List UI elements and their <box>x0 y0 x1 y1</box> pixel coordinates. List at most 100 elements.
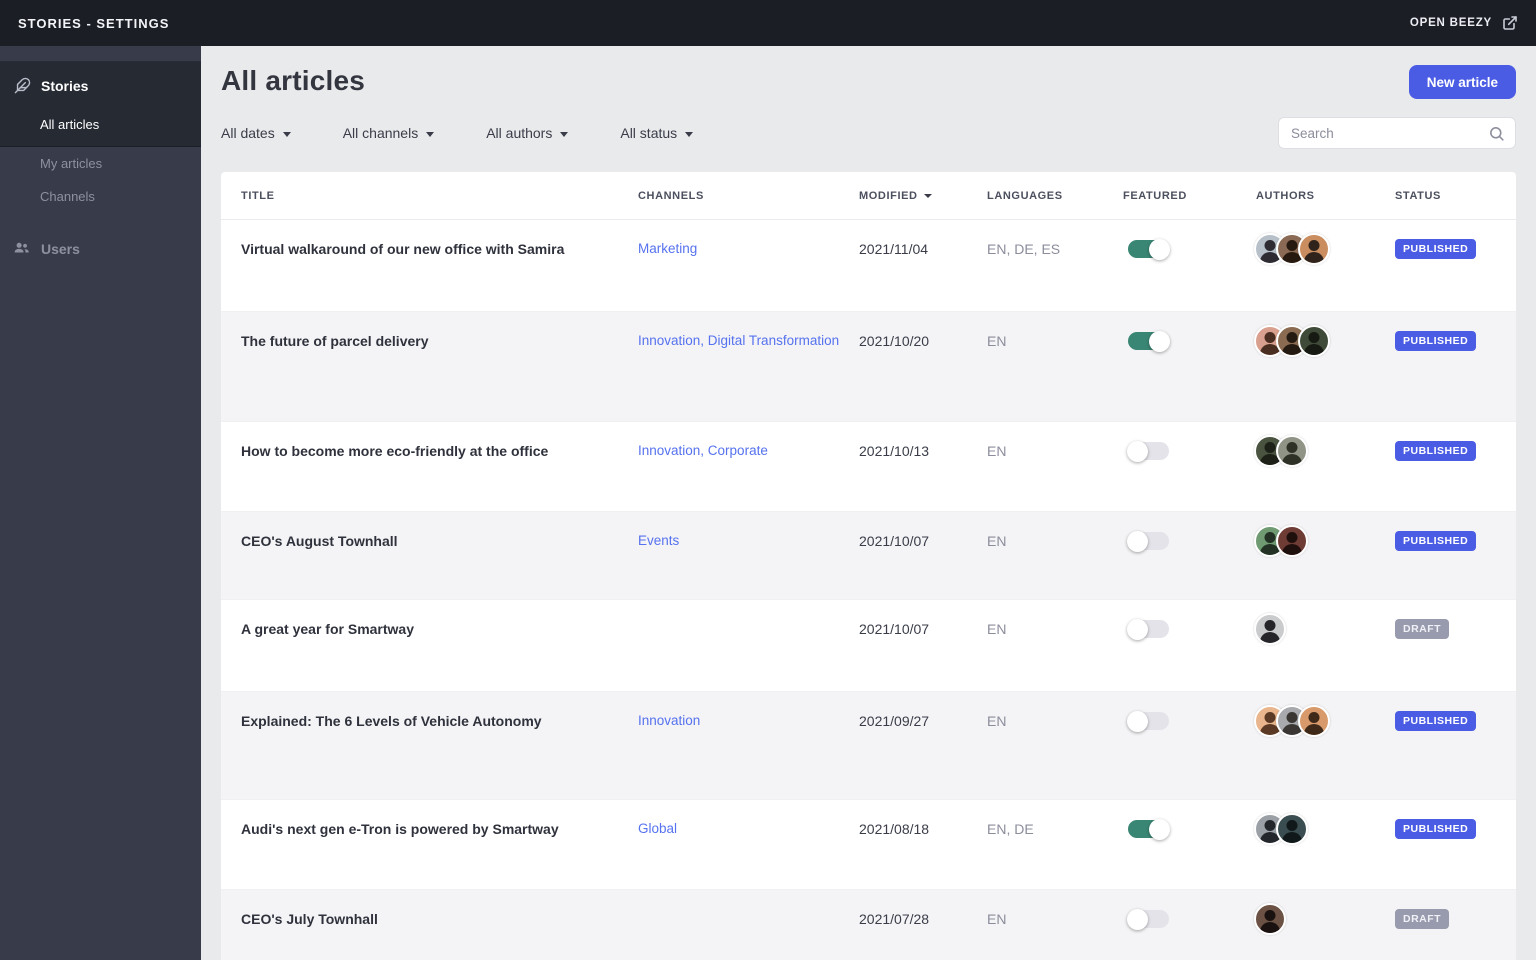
status-cell: PUBLISHED <box>1395 705 1517 737</box>
column-header-modified[interactable]: MODIFIED <box>859 190 987 202</box>
modified-date: 2021/10/07 <box>859 621 930 637</box>
modified-date: 2021/08/18 <box>859 821 930 837</box>
status-badge: PUBLISHED <box>1395 239 1477 259</box>
table-row[interactable]: CEO's August Townhall Events 2021/10/07 EN P… <box>221 512 1516 600</box>
languages-value: EN <box>987 333 1007 349</box>
filter-all-authors[interactable]: All authors <box>486 125 569 141</box>
status-cell: PUBLISHED <box>1395 525 1517 557</box>
modified-cell: 2021/11/04 <box>859 233 987 265</box>
sidebar-item-channels[interactable]: Channels <box>0 180 201 213</box>
featured-toggle[interactable] <box>1127 618 1169 640</box>
toggle-knob <box>1127 618 1148 640</box>
languages-cell: EN <box>987 705 1123 737</box>
status-badge: PUBLISHED <box>1395 711 1477 731</box>
filter-all-status[interactable]: All status <box>620 125 694 141</box>
open-beezy-link[interactable]: OPEN BEEZY <box>1410 15 1518 31</box>
featured-cell <box>1123 525 1256 557</box>
toggle-knob <box>1149 238 1170 260</box>
channel-link[interactable]: Marketing <box>638 240 713 258</box>
status-badge: DRAFT <box>1395 619 1450 639</box>
sidebar-item-all-articles[interactable]: All articles <box>0 108 201 132</box>
title-cell: The future of parcel delivery <box>241 325 638 357</box>
authors-cell <box>1254 813 1395 845</box>
featured-toggle[interactable] <box>1128 818 1170 840</box>
status-cell: PUBLISHED <box>1395 435 1517 467</box>
filter-all-channels[interactable]: All channels <box>343 125 435 141</box>
featured-toggle[interactable] <box>1128 238 1170 260</box>
sidebar-item-my-articles[interactable]: My articles <box>0 147 201 180</box>
table-header: TITLE CHANNELS MODIFIED LANGUAGES FEATUR… <box>221 172 1516 220</box>
table-row[interactable]: Audi's next gen e-Tron is powered by Sma… <box>221 800 1516 890</box>
sidebar-item-users[interactable]: Users <box>0 239 201 258</box>
channels-cell: Innovation, Corporate <box>638 435 859 467</box>
languages-value: EN, DE, ES <box>987 241 1061 257</box>
channel-link[interactable]: Innovation <box>638 712 716 730</box>
table-row[interactable]: Virtual walkaround of our new office wit… <box>221 220 1516 312</box>
article-title[interactable]: The future of parcel delivery <box>241 332 453 350</box>
article-title[interactable]: Virtual walkaround of our new office wit… <box>241 240 588 258</box>
author-avatars <box>1254 813 1308 845</box>
toggle-knob <box>1127 530 1148 552</box>
featured-toggle[interactable] <box>1127 440 1169 462</box>
search-icon[interactable] <box>1488 125 1505 142</box>
filter-label: All status <box>620 125 678 141</box>
featured-cell <box>1123 325 1256 357</box>
channel-link[interactable]: Innovation, Digital Transformation <box>638 332 855 350</box>
languages-value: EN <box>987 713 1007 729</box>
channel-link[interactable]: Global <box>638 820 693 838</box>
channel-link[interactable]: Innovation, Corporate <box>638 442 784 460</box>
new-article-button[interactable]: New article <box>1408 65 1516 99</box>
chevron-down-icon <box>426 131 435 137</box>
sort-desc-icon[interactable] <box>923 193 932 198</box>
featured-toggle[interactable] <box>1128 330 1170 352</box>
table-row[interactable]: The future of parcel delivery Innovation,… <box>221 312 1516 422</box>
author-avatars <box>1254 325 1330 357</box>
status-cell: DRAFT <box>1395 613 1517 645</box>
featured-toggle[interactable] <box>1127 710 1169 732</box>
channel-link[interactable]: Events <box>638 532 695 550</box>
author-avatars <box>1254 903 1286 935</box>
table-row[interactable]: Explained: The 6 Levels of Vehicle Auton… <box>221 692 1516 800</box>
table-row[interactable]: A great year for Smartway 2021/10/07 EN DRA… <box>221 600 1516 692</box>
featured-toggle[interactable] <box>1127 908 1169 930</box>
search-input[interactable] <box>1279 118 1515 148</box>
open-beezy-label: OPEN BEEZY <box>1409 17 1492 29</box>
featured-cell <box>1123 903 1256 935</box>
sidebar-section-label: Stories <box>41 77 89 94</box>
title-cell: Audi's next gen e-Tron is powered by Sma… <box>241 813 638 845</box>
filter-label: All channels <box>342 125 419 141</box>
article-title[interactable]: Explained: The 6 Levels of Vehicle Auton… <box>241 712 566 730</box>
title-cell: A great year for Smartway <box>241 613 638 645</box>
authors-cell <box>1254 525 1395 557</box>
chevron-down-icon <box>560 131 569 137</box>
avatar <box>1276 435 1308 467</box>
article-title[interactable]: A great year for Smartway <box>241 620 438 638</box>
filter-label: All authors <box>486 125 553 141</box>
article-title[interactable]: Audi's next gen e-Tron is powered by Sma… <box>241 820 583 838</box>
article-title[interactable]: CEO's August Townhall <box>241 532 422 550</box>
title-cell: CEO's August Townhall <box>241 525 638 557</box>
sidebar-section-stories[interactable]: Stories <box>0 75 201 96</box>
channels-cell: Events <box>638 525 859 557</box>
column-header-channels: CHANNELS <box>638 189 704 202</box>
article-title[interactable]: How to become more eco-friendly at the o… <box>241 442 572 460</box>
authors-cell <box>1254 705 1395 737</box>
modified-date: 2021/11/04 <box>859 241 929 257</box>
languages-cell: EN <box>987 435 1123 467</box>
filter-all-dates[interactable]: All dates <box>221 125 291 141</box>
table-row[interactable]: CEO's July Townhall 2021/07/28 EN DRAFT <box>221 890 1516 960</box>
modified-cell: 2021/09/27 <box>859 705 987 737</box>
users-icon <box>14 242 29 253</box>
channels-cell: Marketing <box>638 233 859 265</box>
modified-cell: 2021/10/07 <box>859 613 987 645</box>
languages-value: EN <box>987 621 1007 637</box>
modified-date: 2021/09/27 <box>859 713 930 729</box>
channels-cell <box>638 613 859 645</box>
article-title[interactable]: CEO's July Townhall <box>241 910 402 928</box>
modified-cell: 2021/10/20 <box>859 325 987 357</box>
languages-cell: EN, DE, ES <box>987 233 1123 265</box>
featured-toggle[interactable] <box>1127 530 1169 552</box>
languages-cell: EN <box>987 903 1123 935</box>
table-row[interactable]: How to become more eco-friendly at the o… <box>221 422 1516 512</box>
author-avatars <box>1254 233 1330 265</box>
